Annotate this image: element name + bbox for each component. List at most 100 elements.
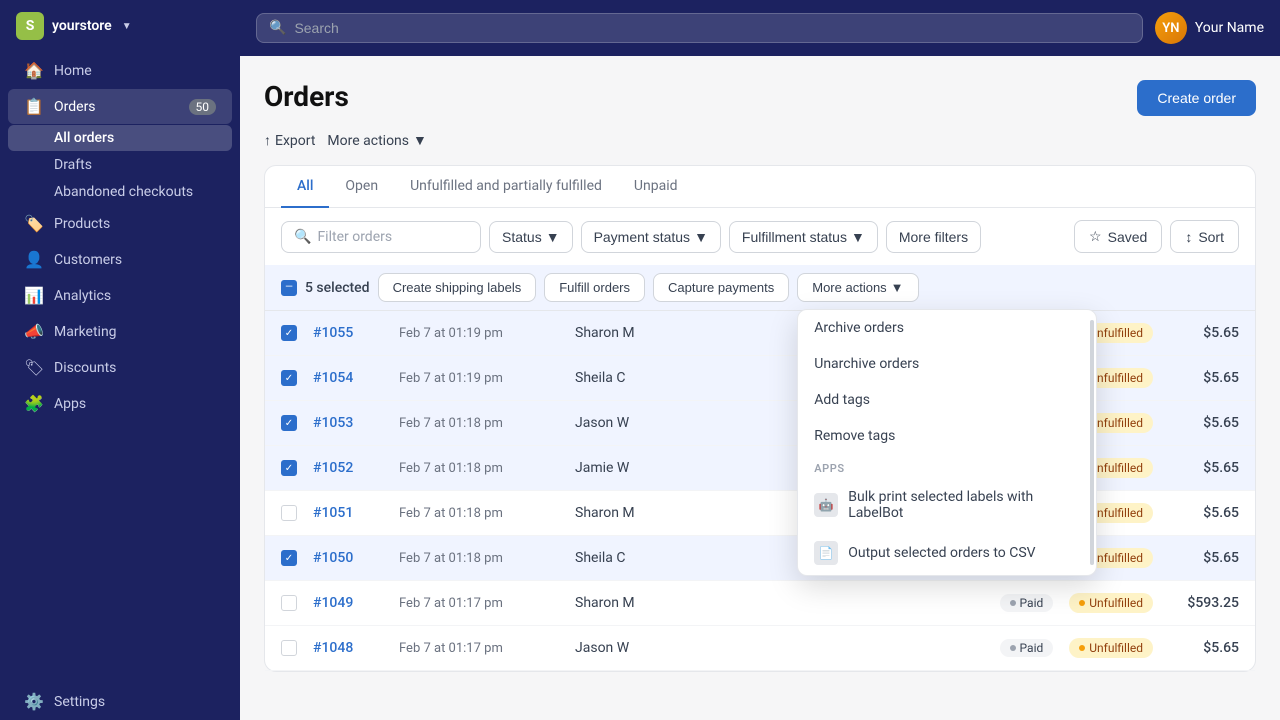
more-actions-button[interactable]: More actions ▼ <box>797 273 918 302</box>
order-amount: $5.65 <box>1169 325 1239 341</box>
main-content: 🔍 YN Your Name Orders Create order ↑ Exp… <box>240 0 1280 720</box>
payment-badge: Paid <box>1000 639 1054 657</box>
order-date: Feb 7 at 01:18 pm <box>399 416 559 431</box>
more-actions-dropdown: Archive orders Unarchive orders Add tags… <box>797 309 1097 576</box>
row-checkbox[interactable] <box>281 640 297 656</box>
order-amount: $5.65 <box>1169 370 1239 386</box>
capture-payments-button[interactable]: Capture payments <box>653 273 789 302</box>
orders-card: All Open Unfulfilled and partially fulfi… <box>264 165 1256 672</box>
order-date: Feb 7 at 01:18 pm <box>399 506 559 521</box>
order-number: #1054 <box>313 370 383 386</box>
more-actions-container: More actions ▼ Archive orders Unarchive … <box>797 273 918 302</box>
store-name: yourstore <box>52 18 112 34</box>
unarchive-orders-item[interactable]: Unarchive orders <box>798 346 1096 382</box>
sidebar-item-products[interactable]: 🏷️ Products <box>8 206 232 241</box>
sidebar-item-drafts[interactable]: Drafts <box>8 152 232 178</box>
order-date: Feb 7 at 01:17 pm <box>399 641 559 656</box>
order-amount: $5.65 <box>1169 640 1239 656</box>
more-filters-button[interactable]: More filters <box>886 221 981 253</box>
order-date: Feb 7 at 01:19 pm <box>399 326 559 341</box>
order-number: #1053 <box>313 415 383 431</box>
status-filter[interactable]: Status ▼ <box>489 221 573 253</box>
products-icon: 🏷️ <box>24 214 44 233</box>
page-header: Orders Create order <box>264 80 1256 116</box>
select-all-checkbox[interactable]: — <box>281 280 297 296</box>
more-actions-link[interactable]: More actions ▼ <box>327 132 426 149</box>
row-checkbox[interactable]: ✓ <box>281 415 297 431</box>
table-row[interactable]: ✓ #1052 Feb 7 at 01:18 pm Jamie W Unfulf… <box>265 446 1255 491</box>
remove-tags-item[interactable]: Remove tags <box>798 418 1096 454</box>
row-checkbox[interactable]: ✓ <box>281 460 297 476</box>
add-tags-item[interactable]: Add tags <box>798 382 1096 418</box>
sidebar-item-customers[interactable]: 👤 Customers <box>8 242 232 277</box>
csv-item[interactable]: 📄 Output selected orders to CSV <box>798 531 1096 575</box>
sidebar-item-settings[interactable]: ⚙️ Settings <box>8 684 232 719</box>
saved-button[interactable]: ☆ Saved <box>1074 220 1162 253</box>
sidebar-item-marketing[interactable]: 📣 Marketing <box>8 314 232 349</box>
search-icon: 🔍 <box>269 20 286 36</box>
sidebar-item-analytics[interactable]: 📊 Analytics <box>8 278 232 313</box>
chevron-down-icon: ▼ <box>851 229 865 245</box>
chevron-down-icon: ▼ <box>891 280 904 295</box>
fulfillment-badge: Unfulfilled <box>1069 593 1153 613</box>
store-selector[interactable]: S yourstore ▼ <box>0 0 240 52</box>
table-row[interactable]: #1049 Feb 7 at 01:17 pm Sharon M Paid Un… <box>265 581 1255 626</box>
dropdown-scrollbar[interactable] <box>1090 320 1094 565</box>
search-input[interactable] <box>294 20 1129 36</box>
table-row[interactable]: ✓ #1053 Feb 7 at 01:18 pm Jason W Unfulf… <box>265 401 1255 446</box>
marketing-icon: 📣 <box>24 322 44 341</box>
payment-dot <box>1010 645 1016 651</box>
labelbot-item[interactable]: 🤖 Bulk print selected labels with LabelB… <box>798 479 1096 531</box>
tab-open[interactable]: Open <box>329 166 394 208</box>
fulfill-orders-button[interactable]: Fulfill orders <box>544 273 645 302</box>
tab-unpaid[interactable]: Unpaid <box>618 166 694 208</box>
fulfillment-dot <box>1079 645 1085 651</box>
sidebar-item-all-orders[interactable]: All orders <box>8 125 232 151</box>
tab-all[interactable]: All <box>281 166 329 208</box>
row-checkbox[interactable]: ✓ <box>281 325 297 341</box>
payment-status-filter[interactable]: Payment status ▼ <box>581 221 721 253</box>
order-number: #1055 <box>313 325 383 341</box>
order-amount: $5.65 <box>1169 505 1239 521</box>
action-bar: ↑ Export More actions ▼ <box>264 132 1256 149</box>
csv-icon: 📄 <box>814 541 838 565</box>
settings-icon: ⚙️ <box>24 692 44 711</box>
discounts-icon: 🏷 <box>24 358 44 377</box>
sidebar: S yourstore ▼ 🏠 Home 📋 Orders 50 All ord… <box>0 0 240 720</box>
row-checkbox[interactable]: ✓ <box>281 550 297 566</box>
search-bar[interactable]: 🔍 <box>256 13 1143 43</box>
order-customer: Jason W <box>575 640 984 656</box>
table-row[interactable]: ✓ #1055 Feb 7 at 01:19 pm Sharon M Unful… <box>265 311 1255 356</box>
table-row[interactable]: #1051 Feb 7 at 01:18 pm Sharon M Unfulfi… <box>265 491 1255 536</box>
filter-search[interactable]: 🔍 Filter orders <box>281 221 481 253</box>
sidebar-item-home[interactable]: 🏠 Home <box>8 53 232 88</box>
table-row[interactable]: ✓ #1054 Feb 7 at 01:19 pm Sheila C Unful… <box>265 356 1255 401</box>
create-order-button[interactable]: Create order <box>1137 80 1256 116</box>
sidebar-item-discounts[interactable]: 🏷 Discounts <box>8 350 232 385</box>
chevron-down-icon: ▼ <box>694 229 708 245</box>
table-row[interactable]: #1048 Feb 7 at 01:17 pm Jason W Paid Unf… <box>265 626 1255 671</box>
selected-count: 5 selected <box>305 280 370 296</box>
sidebar-item-label: Customers <box>54 252 122 268</box>
archive-orders-item[interactable]: Archive orders <box>798 310 1096 346</box>
sort-button[interactable]: ↕ Sort <box>1170 220 1239 253</box>
fulfillment-status-filter[interactable]: Fulfillment status ▼ <box>729 221 878 253</box>
sidebar-item-abandoned-checkouts[interactable]: Abandoned checkouts <box>8 179 232 205</box>
table-row[interactable]: ✓ #1050 Feb 7 at 01:18 pm Sheila C Unful… <box>265 536 1255 581</box>
shopify-logo: S <box>16 12 44 40</box>
create-shipping-labels-button[interactable]: Create shipping labels <box>378 273 537 302</box>
tab-unfulfilled[interactable]: Unfulfilled and partially fulfilled <box>394 166 618 208</box>
row-checkbox[interactable]: ✓ <box>281 370 297 386</box>
sidebar-item-orders[interactable]: 📋 Orders 50 <box>8 89 232 124</box>
row-checkbox[interactable] <box>281 595 297 611</box>
row-checkbox[interactable] <box>281 505 297 521</box>
export-link[interactable]: ↑ Export <box>264 132 315 149</box>
user-area[interactable]: YN Your Name <box>1155 12 1264 44</box>
order-customer: Sharon M <box>575 595 984 611</box>
page-title: Orders <box>264 80 349 113</box>
order-date: Feb 7 at 01:19 pm <box>399 371 559 386</box>
sidebar-item-apps[interactable]: 🧩 Apps <box>8 386 232 421</box>
home-icon: 🏠 <box>24 61 44 80</box>
orders-badge: 50 <box>189 99 217 115</box>
search-icon: 🔍 <box>294 229 311 245</box>
